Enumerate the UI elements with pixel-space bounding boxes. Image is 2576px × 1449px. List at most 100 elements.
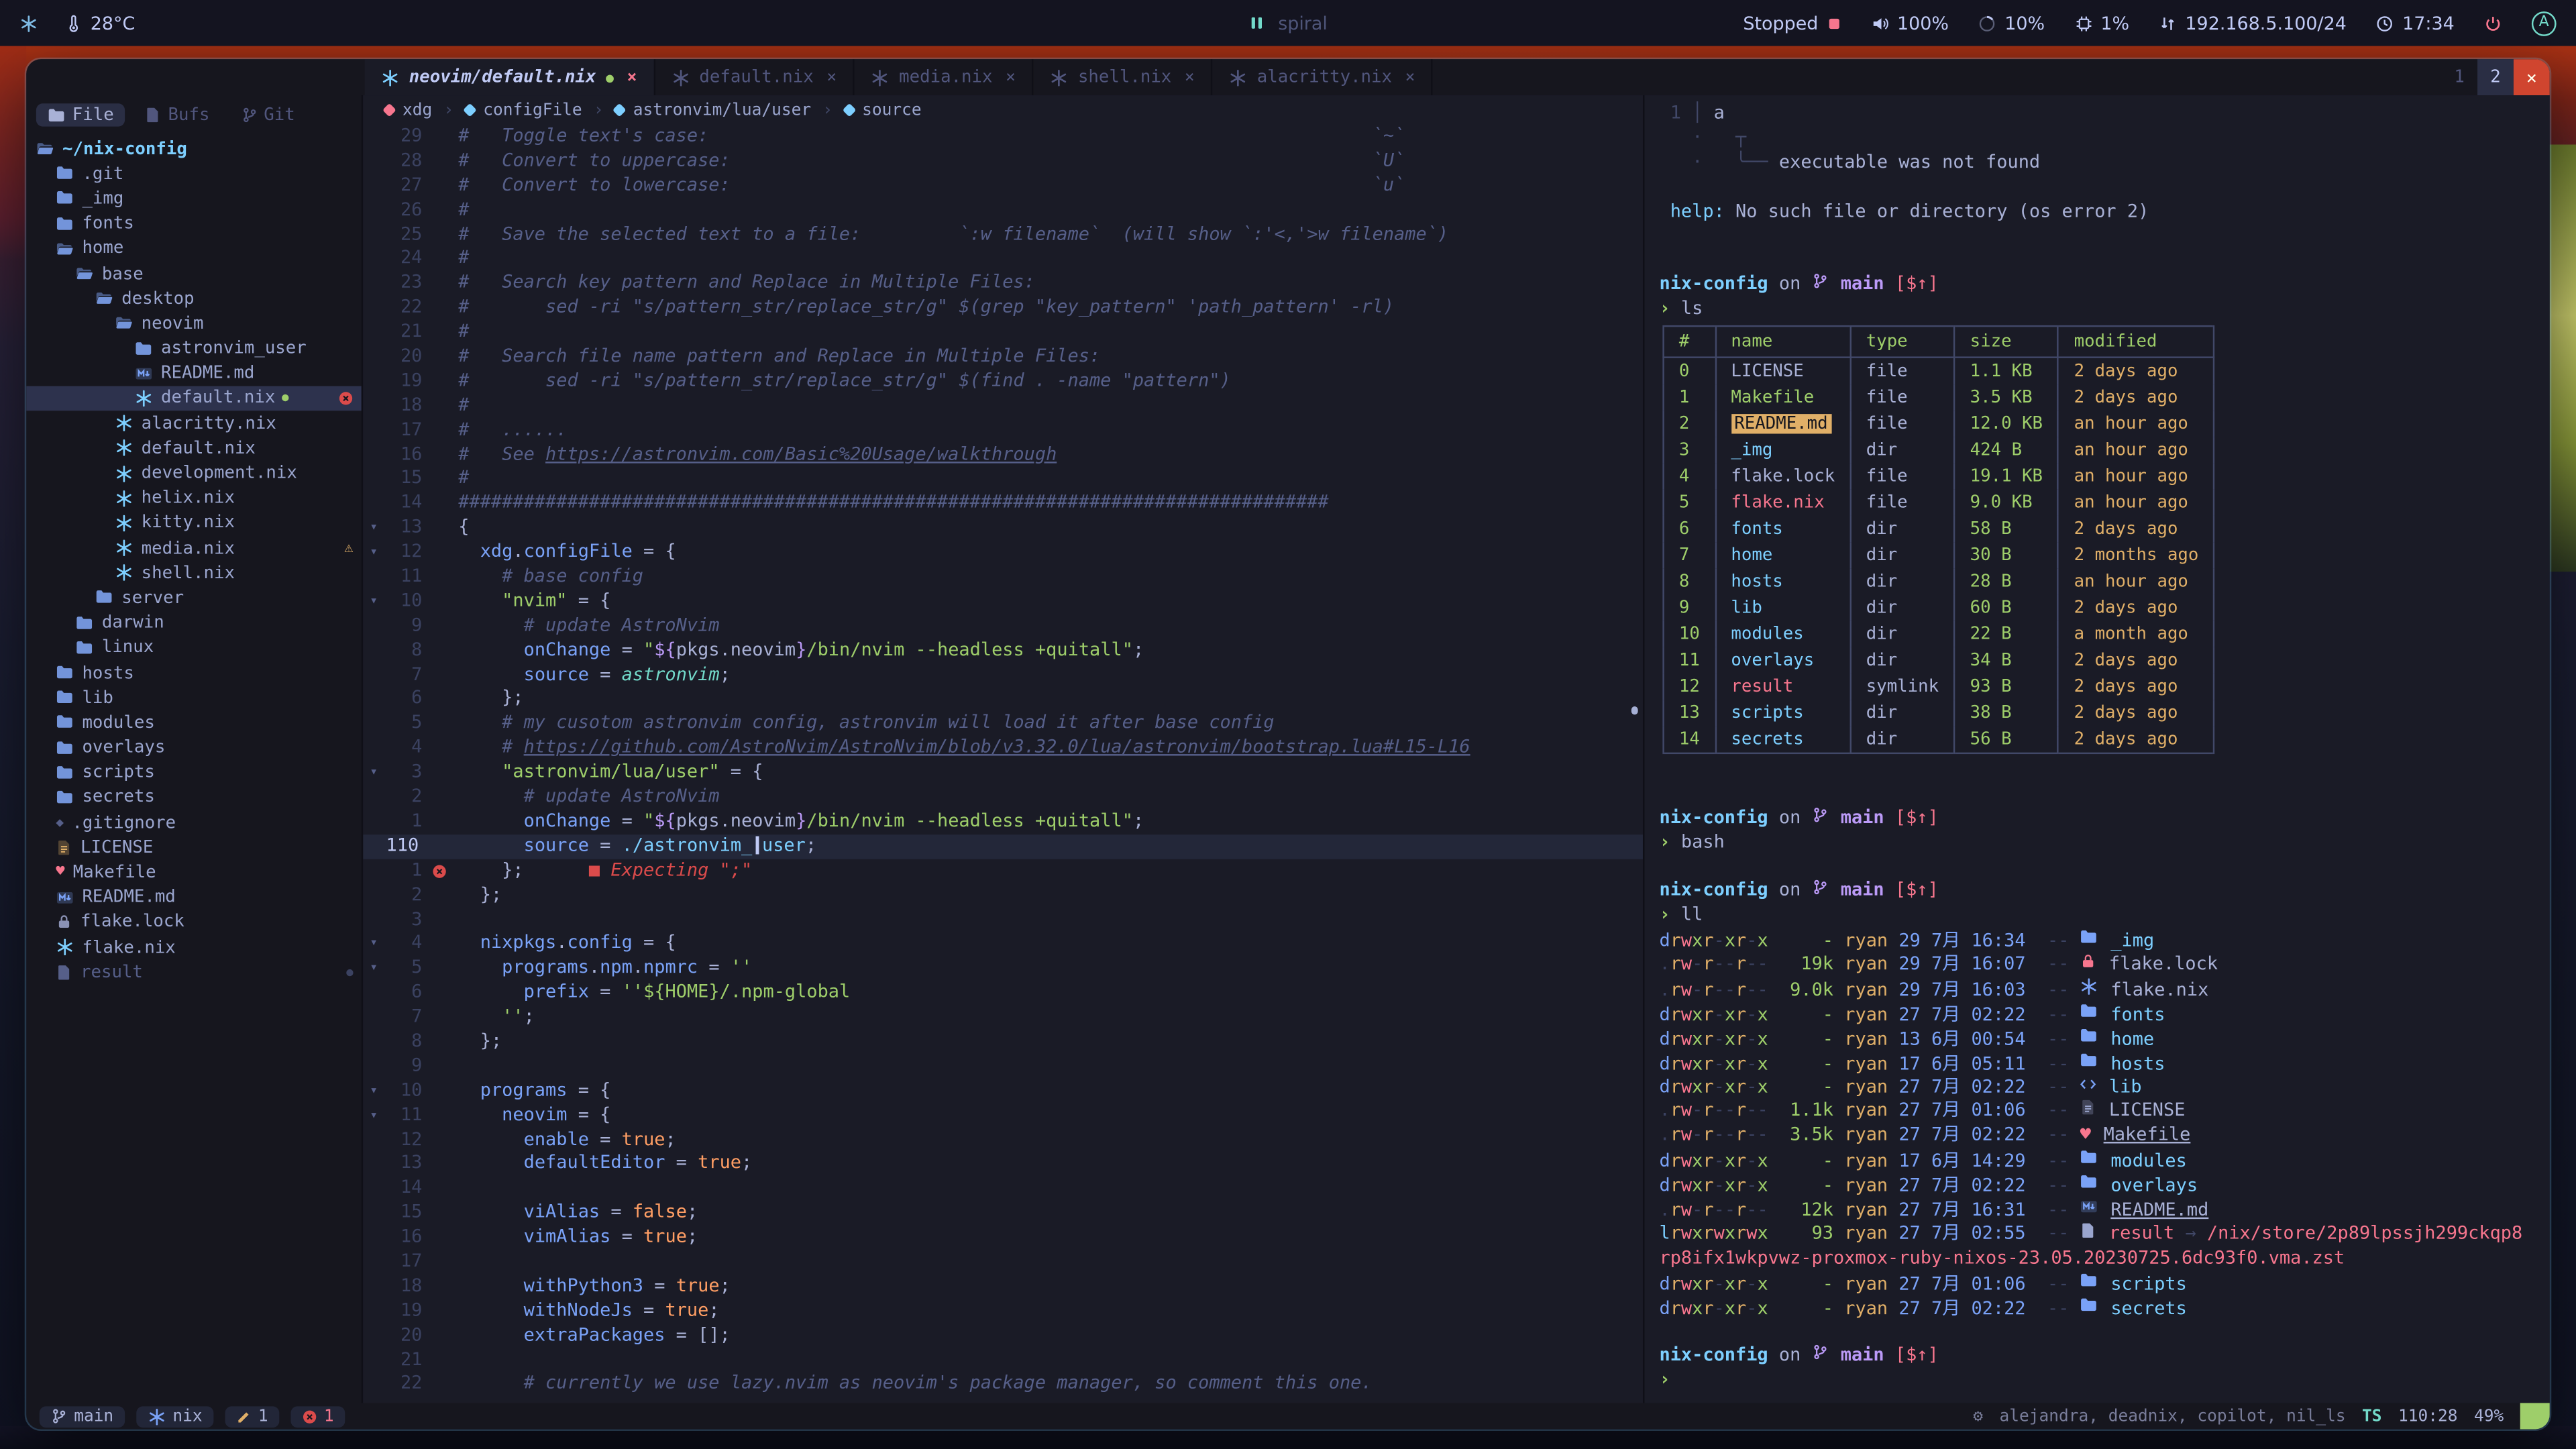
code-line[interactable]: 6 prefix = ''${HOME}/.npm-global: [363, 981, 1643, 1005]
tree-item[interactable]: README.md: [26, 361, 362, 386]
code-line[interactable]: 4 # https://github.com/AstroNvim/AstroNv…: [363, 737, 1643, 761]
fold-marker[interactable]: [363, 1006, 384, 1030]
fold-marker[interactable]: [363, 566, 384, 590]
fold-marker[interactable]: [363, 1177, 384, 1201]
tree-item[interactable]: LICENSE: [26, 835, 362, 860]
code-line[interactable]: 5 # my cusotom astronvim config, astronv…: [363, 712, 1643, 736]
breadcrumb-item[interactable]: xdg: [384, 101, 432, 119]
code-line[interactable]: 23# Search key pattern and Replace in Mu…: [363, 272, 1643, 296]
fold-marker[interactable]: [363, 614, 384, 638]
fold-marker[interactable]: ▾: [363, 590, 384, 614]
tree-item[interactable]: modules: [26, 710, 362, 735]
tab-page-2[interactable]: 2: [2477, 59, 2514, 95]
git-branch[interactable]: main: [40, 1405, 125, 1427]
code-line[interactable]: 2 };: [363, 883, 1643, 908]
code-line[interactable]: 2 # update AstroNvim: [363, 786, 1643, 810]
code-line[interactable]: 1 onChange = "${pkgs.neovim}/bin/nvim --…: [363, 810, 1643, 834]
close-buffer-icon[interactable]: ×: [1006, 68, 1016, 87]
code-area[interactable]: 29# Toggle text's case: `~` 28# Convert …: [363, 125, 1643, 1403]
fold-marker[interactable]: [363, 321, 384, 345]
code-line[interactable]: ▾11 neovim = {: [363, 1104, 1643, 1128]
tree-item[interactable]: home: [26, 236, 362, 261]
tree-item[interactable]: default.nix: [26, 436, 362, 461]
fold-marker[interactable]: [363, 688, 384, 712]
code-line[interactable]: 6 };: [363, 688, 1643, 712]
code-line[interactable]: 8 };: [363, 1030, 1643, 1054]
fold-marker[interactable]: [363, 1128, 384, 1152]
code-line[interactable]: 13 defaultEditor = true;: [363, 1152, 1643, 1177]
fold-marker[interactable]: [363, 199, 384, 223]
clock-module[interactable]: 17:34: [2376, 12, 2455, 34]
buffer-tab[interactable]: media.nix×: [855, 59, 1034, 95]
tree-item[interactable]: lib: [26, 686, 362, 710]
code-line[interactable]: 15#: [363, 468, 1643, 492]
fold-marker[interactable]: [363, 370, 384, 394]
close-buffer-icon[interactable]: ×: [1405, 68, 1415, 87]
tree-item[interactable]: default.nix●: [26, 386, 362, 411]
nixos-logo-icon[interactable]: [19, 14, 38, 32]
fold-marker[interactable]: [363, 394, 384, 418]
code-line[interactable]: ▾5 programs.npm.npmrc = '': [363, 957, 1643, 981]
tree-item[interactable]: result●: [26, 960, 362, 985]
code-line[interactable]: 18#: [363, 394, 1643, 418]
code-line[interactable]: 11 # base config: [363, 566, 1643, 590]
fold-marker[interactable]: [363, 859, 384, 883]
code-line[interactable]: 110 source = ./astronvim_user;: [363, 835, 1643, 859]
fold-marker[interactable]: [363, 712, 384, 736]
tree-item[interactable]: media.nix⚠: [26, 535, 362, 560]
code-line[interactable]: 7 source = astronvim;: [363, 663, 1643, 687]
scrollbar-thumb[interactable]: [1631, 706, 1638, 714]
sidebar-tab-file[interactable]: File: [36, 103, 125, 126]
code-line[interactable]: ▾4 nixpkgs.config = {: [363, 932, 1643, 957]
tree-item[interactable]: hosts: [26, 660, 362, 685]
tree-item[interactable]: _img: [26, 186, 362, 211]
sidebar-tab-git[interactable]: Git: [229, 103, 307, 126]
fold-marker[interactable]: [363, 492, 384, 516]
tab-page-1[interactable]: 1: [2441, 59, 2477, 95]
disk-usage-module[interactable]: 10%: [1978, 12, 2045, 34]
code-line[interactable]: 19# sed -ri "s/pattern_str/replace_str/g…: [363, 370, 1643, 394]
code-line[interactable]: 17# ......: [363, 419, 1643, 443]
tree-item[interactable]: ~/nix-config: [26, 136, 362, 161]
tree-item[interactable]: ◆.gitignore: [26, 810, 362, 835]
fold-marker[interactable]: [363, 345, 384, 369]
fold-marker[interactable]: ▾: [363, 932, 384, 957]
fold-marker[interactable]: [363, 981, 384, 1005]
code-line[interactable]: ▾10 "nvim" = {: [363, 590, 1643, 614]
tree-item[interactable]: linux: [26, 635, 362, 660]
network-module[interactable]: 192.168.5.100/24: [2159, 12, 2347, 34]
fold-marker[interactable]: [363, 272, 384, 296]
code-line[interactable]: 14: [363, 1177, 1643, 1201]
fold-marker[interactable]: [363, 737, 384, 761]
code-line[interactable]: 15 viAlias = false;: [363, 1201, 1643, 1226]
tree-item[interactable]: kitty.nix: [26, 511, 362, 535]
code-line[interactable]: 9 # update AstroNvim: [363, 614, 1643, 638]
tree-item[interactable]: neovim: [26, 311, 362, 336]
tree-item[interactable]: base: [26, 261, 362, 286]
code-line[interactable]: 29# Toggle text's case: `~`: [363, 125, 1643, 149]
sidebar-tab-bufs[interactable]: Bufs: [133, 103, 221, 126]
tree-item[interactable]: server: [26, 586, 362, 610]
fold-marker[interactable]: [363, 810, 384, 834]
code-line[interactable]: 16# See https://astronvim.com/Basic%20Us…: [363, 443, 1643, 467]
tree-item[interactable]: development.nix: [26, 461, 362, 486]
code-line[interactable]: 9: [363, 1055, 1643, 1079]
fold-marker[interactable]: [363, 1324, 384, 1348]
fold-marker[interactable]: [363, 1152, 384, 1177]
code-line[interactable]: 18 withPython3 = true;: [363, 1275, 1643, 1299]
fold-marker[interactable]: [363, 883, 384, 908]
code-line[interactable]: 25# Save the selected text to a file: `:…: [363, 223, 1643, 247]
tree-item[interactable]: helix.nix: [26, 486, 362, 511]
workspace-module[interactable]: spiral: [1248, 12, 1328, 34]
power-module[interactable]: [2484, 14, 2502, 32]
fold-marker[interactable]: [363, 835, 384, 859]
code-line[interactable]: 22# sed -ri "s/pattern_str/replace_str/g…: [363, 296, 1643, 320]
fold-marker[interactable]: [363, 125, 384, 149]
media-status-module[interactable]: Stopped: [1743, 12, 1841, 34]
breadcrumb-item[interactable]: configFile: [465, 101, 582, 119]
tree-item[interactable]: darwin: [26, 610, 362, 635]
fold-marker[interactable]: [363, 1275, 384, 1299]
tree-item[interactable]: astronvim_user: [26, 336, 362, 361]
breadcrumb-item[interactable]: astronvim/lua/user: [615, 101, 811, 119]
code-line[interactable]: 7 '';: [363, 1006, 1643, 1030]
